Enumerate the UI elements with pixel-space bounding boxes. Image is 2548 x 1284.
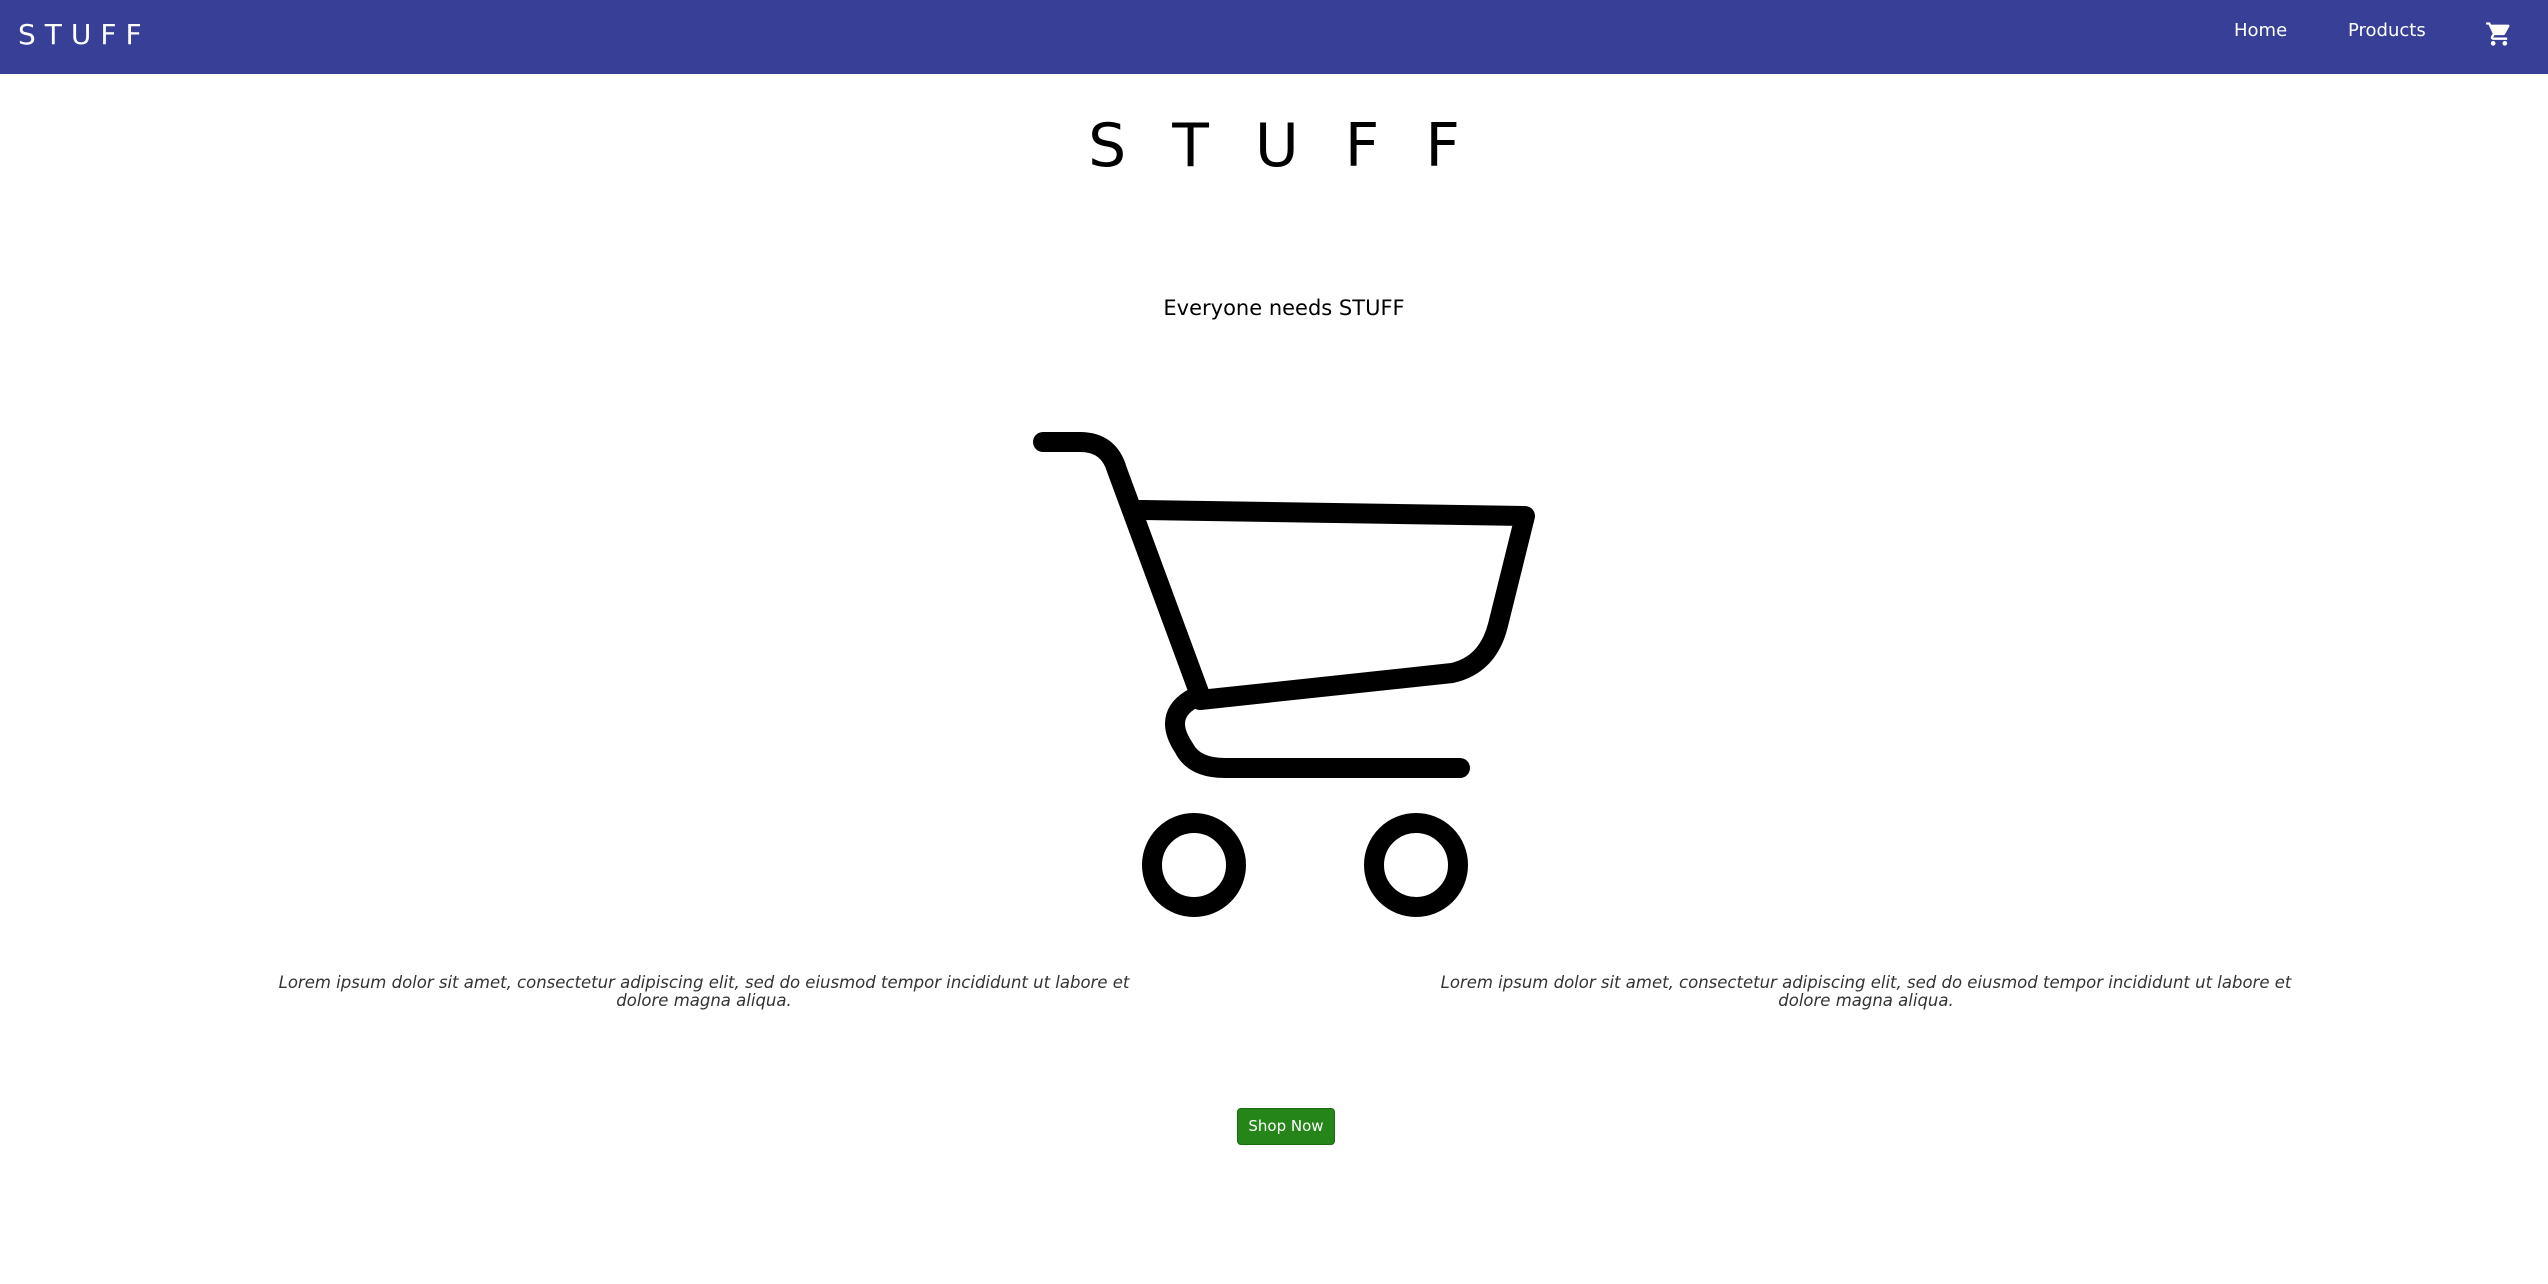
shopping-cart-illustration [1033, 432, 1535, 917]
hero-title: STUFF [1088, 111, 1506, 181]
hero-tagline: Everyone needs STUFF [1163, 296, 1405, 320]
shop-now-button[interactable]: Shop Now [1237, 1108, 1335, 1145]
feature-text-right: Lorem ipsum dolor sit amet, consectetur … [1440, 973, 2292, 1010]
feature-text-left: Lorem ipsum dolor sit amet, consectetur … [278, 973, 1130, 1010]
hero-shopping-cart-icon [1025, 424, 1545, 924]
cart-icon-graphic [2486, 22, 2510, 46]
brand-logo-link[interactable]: STUFF [18, 17, 151, 53]
shopping-cart-icon[interactable] [2485, 20, 2513, 48]
top-navbar: STUFF Home Products [0, 0, 2548, 74]
nav-home-link[interactable]: Home [2234, 18, 2287, 44]
nav-products-link[interactable]: Products [2348, 18, 2426, 44]
